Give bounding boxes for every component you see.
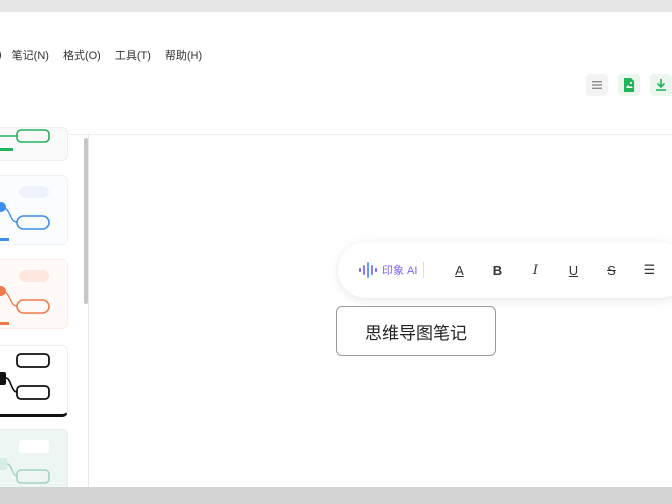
ai-label: 印象 AI — [382, 265, 418, 277]
theme-thumbnail-blue — [0, 186, 50, 241]
download-button[interactable] — [650, 74, 672, 96]
list-icon — [592, 81, 602, 89]
theme-sidebar — [0, 127, 88, 491]
align-button[interactable]: ☰ — [630, 262, 668, 278]
export-image-icon — [624, 78, 634, 92]
bottom-bar — [0, 487, 672, 504]
menu-item-partial[interactable]: ) — [0, 49, 2, 61]
mindmap-root-node[interactable]: 思维导图笔记 — [336, 306, 496, 356]
italic-button[interactable]: I — [516, 263, 554, 278]
ai-button[interactable]: 印象 AI — [358, 262, 417, 278]
menu-item-notes[interactable]: 笔记(N) — [12, 47, 49, 63]
ai-sparkle-icon — [359, 262, 377, 278]
toolbar-separator — [423, 262, 425, 278]
theme-card-orange[interactable] — [0, 259, 68, 329]
theme-thumbnail-orange — [0, 270, 50, 325]
window-top-bar — [0, 0, 672, 12]
menu-item-help[interactable]: 帮助(H) — [165, 47, 202, 63]
theme-card-green[interactable] — [0, 127, 68, 161]
list-button[interactable] — [586, 74, 608, 96]
theme-thumbnail-mint — [0, 440, 50, 484]
export-image-button[interactable] — [618, 74, 640, 96]
theme-card-mint[interactable] — [0, 429, 68, 491]
underline-button[interactable]: U — [554, 263, 592, 278]
download-icon — [656, 79, 666, 91]
root-node-text[interactable]: 思维导图笔记 — [365, 319, 467, 344]
theme-card-blue[interactable] — [0, 175, 68, 245]
theme-thumbnail-black — [0, 353, 50, 400]
bold-button[interactable]: B — [478, 263, 516, 278]
theme-card-black[interactable] — [0, 345, 68, 417]
top-right-toolbar — [586, 74, 672, 96]
menu-item-tools[interactable]: 工具(T) — [115, 47, 151, 63]
theme-thumbnail-green — [0, 129, 50, 151]
strikethrough-button[interactable]: S — [592, 263, 630, 278]
menu-item-format[interactable]: 格式(O) — [63, 47, 101, 63]
font-color-button[interactable]: A — [440, 263, 478, 278]
format-toolbar: 印象 AI A B I U S ☰ — [338, 242, 672, 298]
menu-bar: ) 笔记(N) 格式(O) 工具(T) 帮助(H) — [0, 44, 216, 66]
